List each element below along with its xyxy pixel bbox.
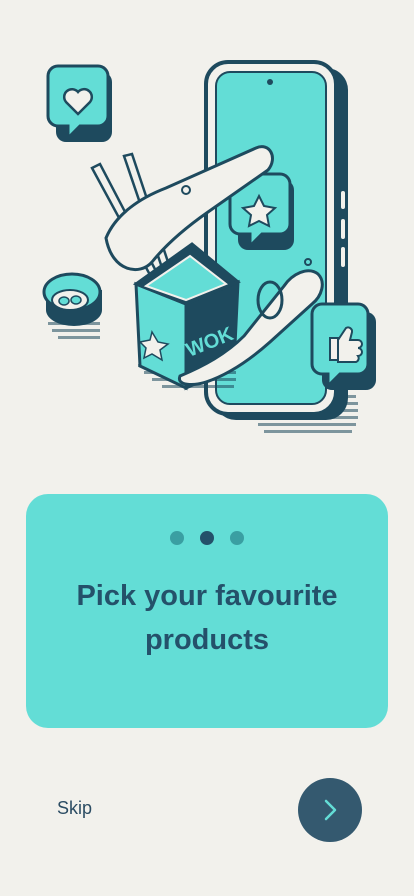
heart-icon <box>46 64 112 142</box>
onboarding-card: Pick your favourite products <box>26 494 388 728</box>
pagination-dot[interactable] <box>230 531 244 545</box>
pagination-dot[interactable] <box>200 531 214 545</box>
onboarding-title: Pick your favourite products <box>76 580 338 656</box>
next-button[interactable] <box>298 778 362 842</box>
sushi-roll-icon <box>42 272 102 339</box>
pagination-dot[interactable] <box>170 531 184 545</box>
onboarding-illustration: WOK <box>42 60 376 433</box>
chevron-right-icon <box>324 799 337 821</box>
skip-button[interactable]: Skip <box>57 798 92 819</box>
pagination-dots <box>26 531 388 545</box>
